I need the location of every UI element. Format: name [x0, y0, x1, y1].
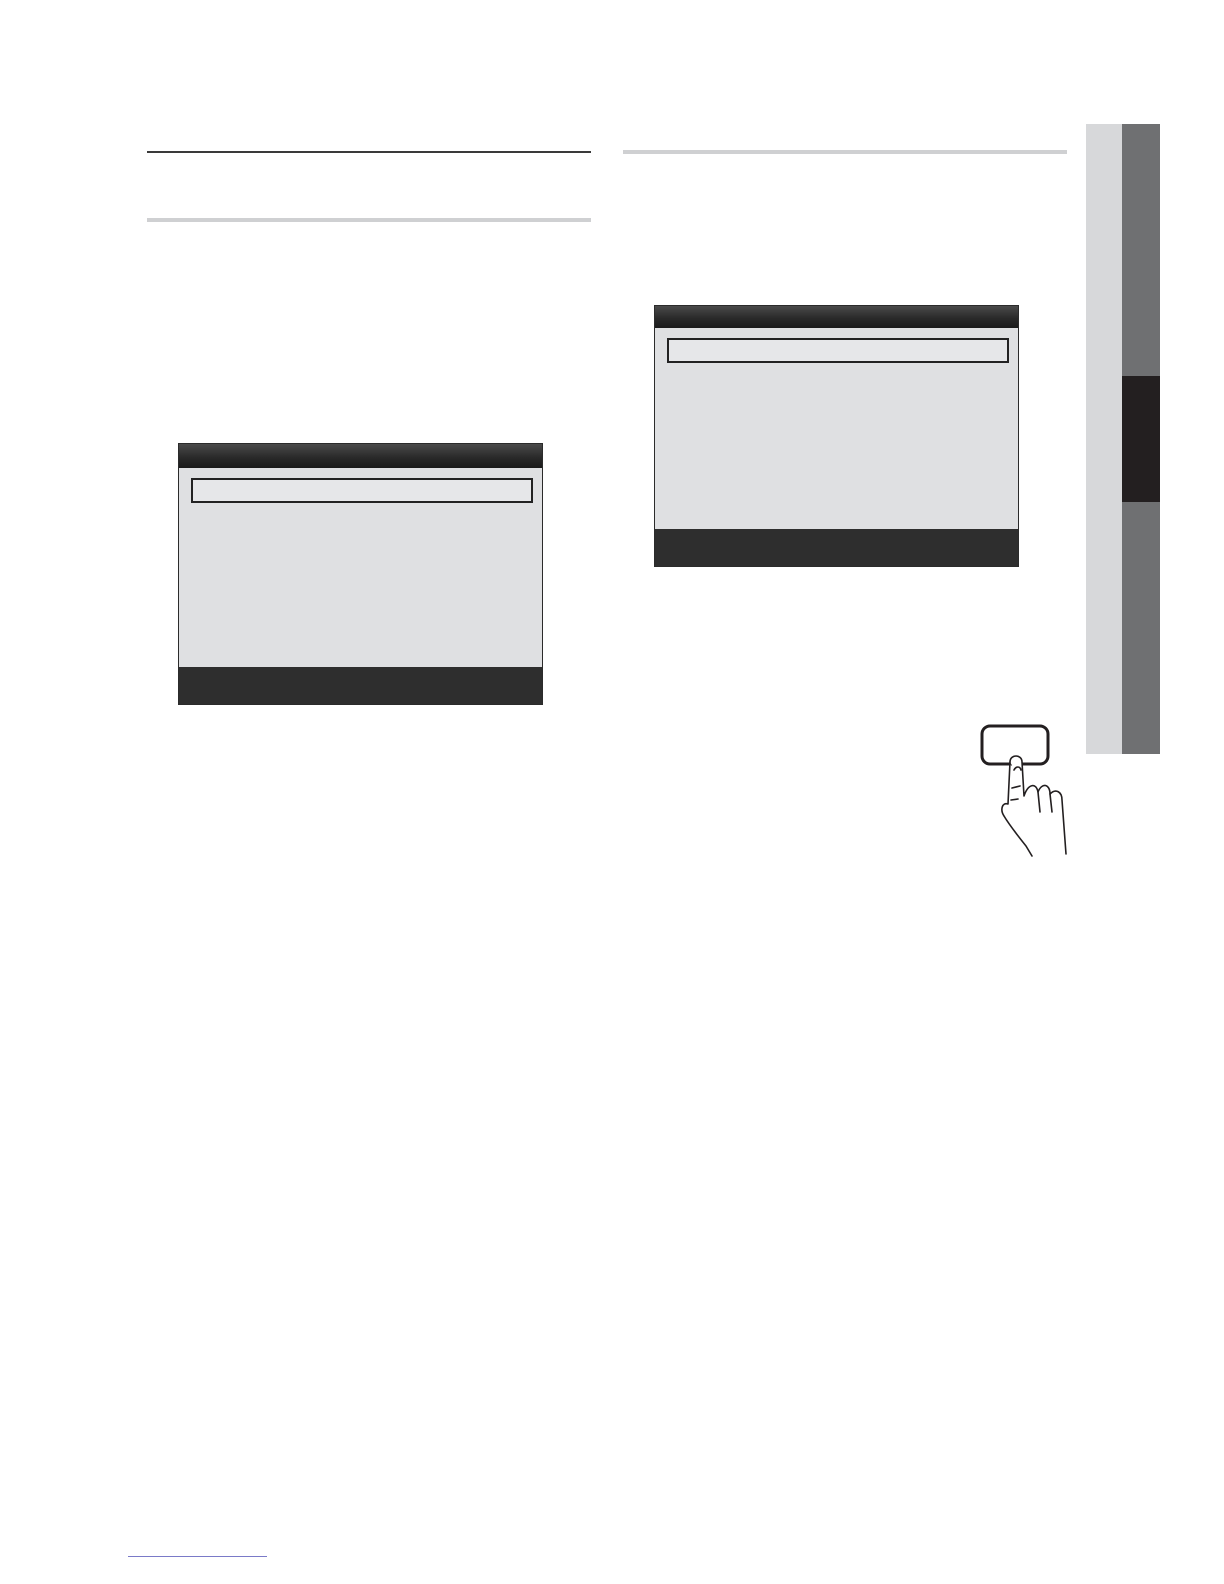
right-top-rule [623, 150, 1067, 154]
left-osd-menu [178, 443, 543, 705]
chapter-tab-upper [1122, 124, 1160, 376]
chapter-tab-strip [1086, 124, 1160, 754]
right-osd-selected-item[interactable] [667, 338, 1009, 363]
footer-link-underline[interactable] [128, 1556, 267, 1557]
left-section-rule [147, 218, 591, 222]
right-osd-menu [654, 305, 1019, 567]
right-osd-header [655, 306, 1018, 328]
left-top-rule [147, 151, 591, 153]
right-osd-footer [655, 529, 1018, 566]
chapter-tab-lower [1122, 502, 1160, 754]
chapter-tab-light [1086, 124, 1122, 754]
left-osd-footer [179, 667, 542, 704]
chapter-tab-active [1122, 376, 1160, 502]
left-osd-header [179, 444, 542, 468]
left-osd-selected-item[interactable] [191, 478, 533, 503]
finger-pressing-remote-button-icon [980, 724, 1067, 857]
